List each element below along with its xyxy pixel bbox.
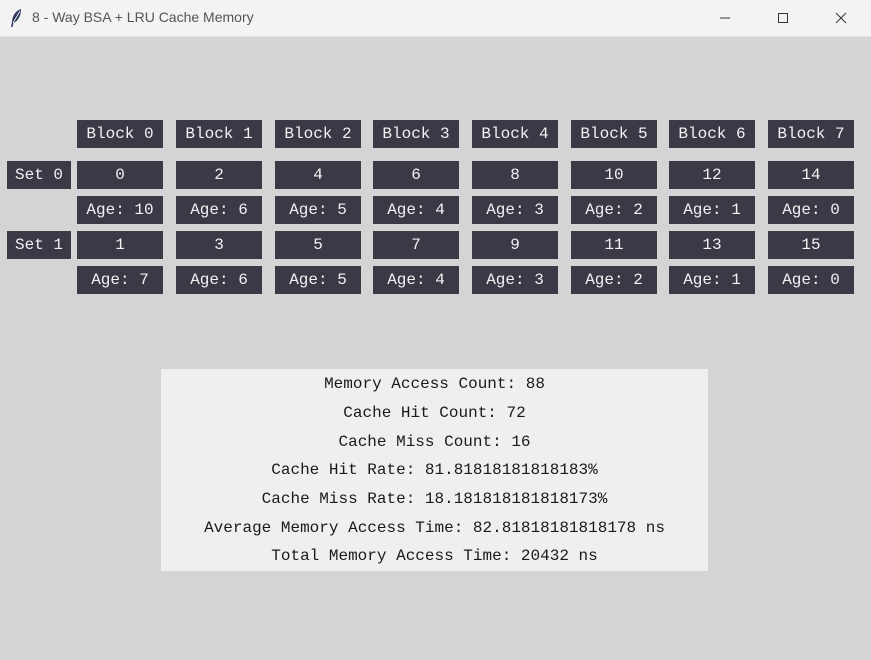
set1-age-1: Age: 6 — [176, 266, 262, 294]
set0-value-0: 0 — [77, 161, 163, 189]
set0-age-0: Age: 10 — [77, 196, 163, 224]
cache-hit-count: Cache Hit Count: 72 — [343, 404, 526, 422]
block-header-5: Block 5 — [571, 120, 657, 148]
total-access-time: Total Memory Access Time: 20432 ns — [271, 547, 598, 565]
set0-age-2: Age: 5 — [275, 196, 361, 224]
block-header-2: Block 2 — [275, 120, 361, 148]
set0-age-1: Age: 6 — [176, 196, 262, 224]
block-header-1: Block 1 — [176, 120, 262, 148]
set1-value-6: 13 — [669, 231, 755, 259]
maximize-button[interactable] — [754, 0, 812, 36]
set0-value-5: 10 — [571, 161, 657, 189]
minimize-button[interactable] — [696, 0, 754, 36]
title-bar[interactable]: 8 - Way BSA + LRU Cache Memory — [0, 0, 871, 37]
set1-age-0: Age: 7 — [77, 266, 163, 294]
set0-age-6: Age: 1 — [669, 196, 755, 224]
block-header-3: Block 3 — [373, 120, 459, 148]
close-icon — [835, 12, 847, 24]
window-title: 8 - Way BSA + LRU Cache Memory — [32, 9, 254, 25]
set0-value-3: 6 — [373, 161, 459, 189]
block-header-0: Block 0 — [77, 120, 163, 148]
set1-age-5: Age: 2 — [571, 266, 657, 294]
app-window: 8 - Way BSA + LRU Cache Memory Block 0 B… — [0, 0, 871, 660]
statistics-panel: Memory Access Count: 88 Cache Hit Count:… — [161, 369, 708, 571]
block-header-6: Block 6 — [669, 120, 755, 148]
average-access-time: Average Memory Access Time: 82.818181818… — [204, 519, 665, 537]
set0-value-2: 4 — [275, 161, 361, 189]
maximize-icon — [778, 13, 788, 23]
minimize-icon — [720, 17, 730, 19]
set1-age-3: Age: 4 — [373, 266, 459, 294]
set-label-1: Set 1 — [7, 231, 71, 259]
set1-age-7: Age: 0 — [768, 266, 854, 294]
set0-value-4: 8 — [472, 161, 558, 189]
set0-value-7: 14 — [768, 161, 854, 189]
set0-age-7: Age: 0 — [768, 196, 854, 224]
set1-value-2: 5 — [275, 231, 361, 259]
set1-value-0: 1 — [77, 231, 163, 259]
set1-value-7: 15 — [768, 231, 854, 259]
close-button[interactable] — [812, 0, 870, 36]
set1-value-1: 3 — [176, 231, 262, 259]
cache-hit-rate: Cache Hit Rate: 81.81818181818183% — [271, 461, 598, 479]
set0-age-4: Age: 3 — [472, 196, 558, 224]
feather-icon — [11, 9, 21, 27]
set1-value-5: 11 — [571, 231, 657, 259]
block-header-4: Block 4 — [472, 120, 558, 148]
set1-age-4: Age: 3 — [472, 266, 558, 294]
set0-value-6: 12 — [669, 161, 755, 189]
set0-age-3: Age: 4 — [373, 196, 459, 224]
set1-age-2: Age: 5 — [275, 266, 361, 294]
set1-value-4: 9 — [472, 231, 558, 259]
cache-miss-rate: Cache Miss Rate: 18.181818181818173% — [261, 490, 608, 508]
block-header-7: Block 7 — [768, 120, 854, 148]
cache-miss-count: Cache Miss Count: 16 — [338, 433, 531, 451]
set0-age-5: Age: 2 — [571, 196, 657, 224]
set0-value-1: 2 — [176, 161, 262, 189]
memory-access-count: Memory Access Count: 88 — [324, 375, 545, 393]
set1-value-3: 7 — [373, 231, 459, 259]
set-label-0: Set 0 — [7, 161, 71, 189]
set1-age-6: Age: 1 — [669, 266, 755, 294]
